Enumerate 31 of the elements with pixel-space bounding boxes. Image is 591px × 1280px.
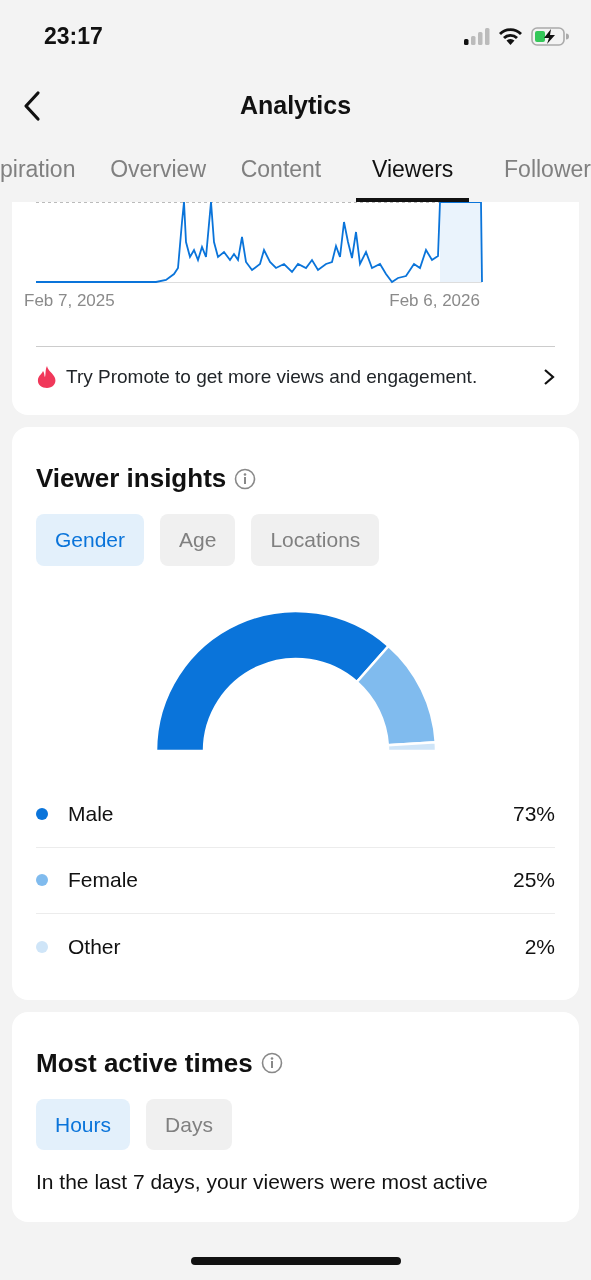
filter-chip[interactable]: Age xyxy=(160,514,236,566)
tab[interactable]: Follower xyxy=(504,151,591,202)
status-time: 23:17 xyxy=(44,21,103,51)
legend-value: 2% xyxy=(524,933,555,960)
flame-icon xyxy=(36,364,58,389)
filter-chip[interactable]: Gender xyxy=(36,514,145,566)
filter-chip[interactable]: Hours xyxy=(36,1098,131,1150)
info-icon xyxy=(260,1052,283,1074)
axis-label: Feb 7, 2025 xyxy=(24,290,115,312)
wifi-icon xyxy=(498,27,523,45)
filter-chip[interactable]: Locations xyxy=(251,514,380,566)
tab[interactable]: piration xyxy=(0,151,76,202)
summary-text: In the last 7 days, your viewers were most active xyxy=(36,1169,489,1195)
legend-value: 73% xyxy=(512,801,555,828)
section-title: Most active times xyxy=(36,1046,253,1080)
battery-icon xyxy=(531,26,569,46)
tab[interactable]: Overview xyxy=(110,151,206,202)
legend-label: Other xyxy=(68,933,122,960)
chevron-right-icon xyxy=(543,367,555,386)
filter-chip[interactable]: Days xyxy=(146,1098,232,1150)
legend-label: Male xyxy=(68,801,115,828)
page-title: Analytics xyxy=(239,90,352,122)
section-title: Viewer insights xyxy=(36,462,227,495)
legend-label: Female xyxy=(68,867,140,894)
signal-icon xyxy=(464,27,490,45)
back-button[interactable] xyxy=(22,90,42,122)
legend-value: 25% xyxy=(512,867,555,894)
promote-link[interactable]: Try Promote to get more views and engagement. xyxy=(36,346,555,391)
info-icon xyxy=(234,467,257,490)
axis-label: Feb 6, 2026 xyxy=(389,290,480,312)
tab[interactable]: Content xyxy=(240,151,322,202)
